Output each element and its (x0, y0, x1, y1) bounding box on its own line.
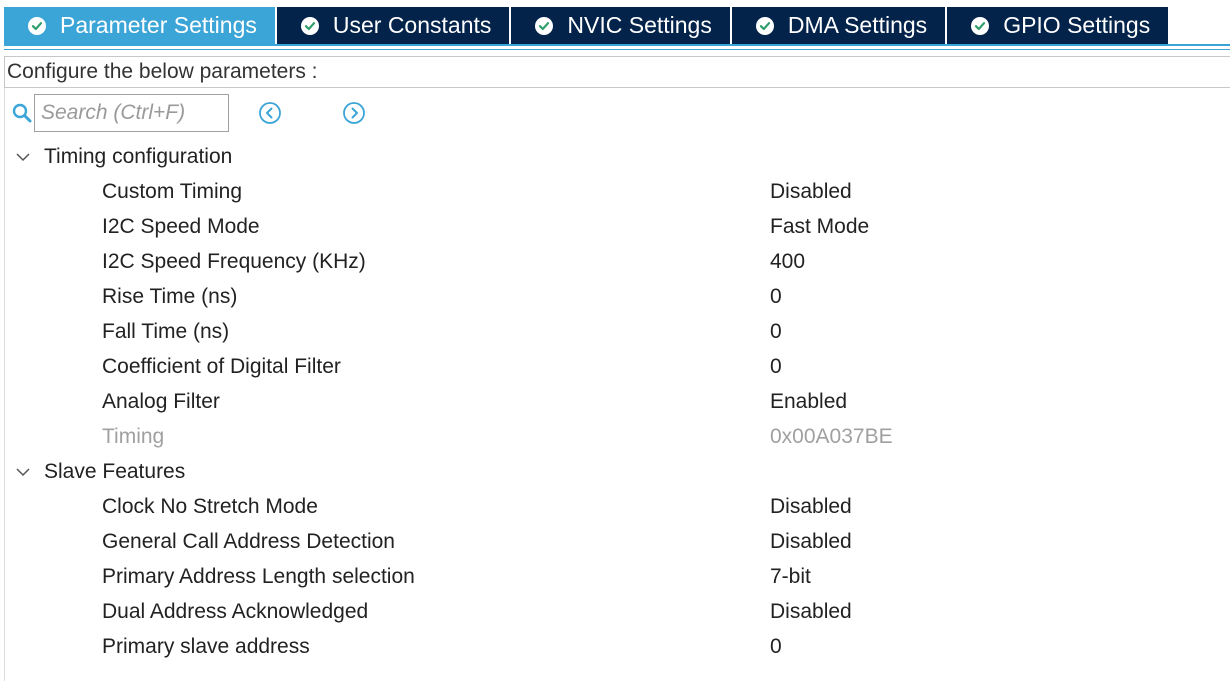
tab-bar: Parameter Settings User Constants NVIC S… (0, 0, 1230, 50)
tab-underline-secondary (4, 49, 1230, 50)
tab-nvic-settings[interactable]: NVIC Settings (511, 7, 730, 44)
param-label: Custom Timing (102, 179, 243, 203)
tab-label: Parameter Settings (60, 12, 257, 38)
param-row-analog-filter[interactable]: Analog Filter Enabled (0, 384, 1230, 419)
param-value[interactable]: Disabled (770, 530, 852, 554)
param-row-i2c-speed-mode[interactable]: I2C Speed Mode Fast Mode (0, 209, 1230, 244)
group-timing-configuration[interactable]: Timing configuration (0, 139, 1230, 174)
param-value[interactable]: 0 (770, 320, 782, 344)
param-value[interactable]: Fast Mode (770, 215, 869, 239)
group-title: Timing configuration (44, 144, 233, 168)
param-row-primary-address-length[interactable]: Primary Address Length selection 7-bit (0, 559, 1230, 594)
param-label: Primary Address Length selection (102, 564, 415, 588)
group-slave-features[interactable]: Slave Features (0, 454, 1230, 489)
param-label: Timing (102, 424, 165, 448)
param-label: Rise Time (ns) (102, 284, 238, 308)
param-value[interactable]: Enabled (770, 390, 847, 414)
param-value[interactable]: Disabled (770, 600, 852, 624)
search-input[interactable] (34, 94, 229, 132)
tab-label: DMA Settings (787, 12, 928, 38)
tab-underline (4, 44, 1230, 46)
chevron-down-icon[interactable] (14, 463, 32, 481)
parameter-tree: Timing configuration Custom Timing Disab… (0, 139, 1230, 664)
tabs: Parameter Settings User Constants NVIC S… (4, 7, 1170, 44)
search-icon[interactable] (10, 101, 34, 125)
group-title: Slave Features (44, 459, 186, 483)
tab-dma-settings[interactable]: DMA Settings (731, 7, 946, 44)
param-label: I2C Speed Mode (102, 214, 260, 238)
param-value[interactable]: 400 (770, 250, 805, 274)
param-label: I2C Speed Frequency (KHz) (102, 249, 366, 273)
previous-match-icon[interactable] (257, 100, 283, 126)
configure-header: Configure the below parameters : (4, 56, 1230, 88)
param-row-timing: Timing 0x00A037BE (0, 419, 1230, 454)
check-circle-icon (535, 16, 554, 35)
param-value[interactable]: 0 (770, 355, 782, 379)
param-row-general-call[interactable]: General Call Address Detection Disabled (0, 524, 1230, 559)
param-label: Coefficient of Digital Filter (102, 354, 341, 378)
next-match-icon[interactable] (341, 100, 367, 126)
param-row-primary-slave-address[interactable]: Primary slave address 0 (0, 629, 1230, 664)
param-value[interactable]: Disabled (770, 495, 852, 519)
param-row-custom-timing[interactable]: Custom Timing Disabled (0, 174, 1230, 209)
param-label: Fall Time (ns) (102, 319, 230, 343)
check-circle-icon (755, 16, 774, 35)
param-row-fall-time[interactable]: Fall Time (ns) 0 (0, 314, 1230, 349)
param-value: 0x00A037BE (770, 424, 893, 448)
param-label: Primary slave address (102, 634, 310, 658)
param-row-clock-no-stretch[interactable]: Clock No Stretch Mode Disabled (0, 489, 1230, 524)
param-row-rise-time[interactable]: Rise Time (ns) 0 (0, 279, 1230, 314)
check-circle-icon (300, 16, 319, 35)
param-value[interactable]: Disabled (770, 180, 852, 204)
tab-gpio-settings[interactable]: GPIO Settings (947, 7, 1169, 44)
param-row-digital-filter[interactable]: Coefficient of Digital Filter 0 (0, 349, 1230, 384)
tab-user-constants[interactable]: User Constants (276, 7, 510, 44)
configure-label: Configure the below parameters : (7, 60, 318, 83)
check-circle-icon (28, 16, 46, 35)
tab-label: User Constants (332, 12, 492, 38)
tab-label: GPIO Settings (1003, 12, 1151, 38)
chevron-down-icon[interactable] (14, 148, 32, 166)
param-label: Dual Address Acknowledged (102, 599, 369, 623)
param-label: Analog Filter (102, 389, 220, 413)
search-bar (10, 94, 367, 132)
tab-label: NVIC Settings (567, 12, 712, 38)
param-value[interactable]: 0 (770, 285, 782, 309)
param-value[interactable]: 0 (770, 635, 782, 659)
param-value[interactable]: 7-bit (770, 565, 811, 589)
check-circle-icon (971, 16, 990, 35)
param-label: Clock No Stretch Mode (102, 494, 318, 518)
parameter-panel: Parameter Settings User Constants NVIC S… (0, 0, 1230, 681)
tab-parameter-settings[interactable]: Parameter Settings (4, 7, 275, 44)
param-row-dual-address[interactable]: Dual Address Acknowledged Disabled (0, 594, 1230, 629)
param-label: General Call Address Detection (102, 529, 395, 553)
param-row-i2c-speed-frequency[interactable]: I2C Speed Frequency (KHz) 400 (0, 244, 1230, 279)
